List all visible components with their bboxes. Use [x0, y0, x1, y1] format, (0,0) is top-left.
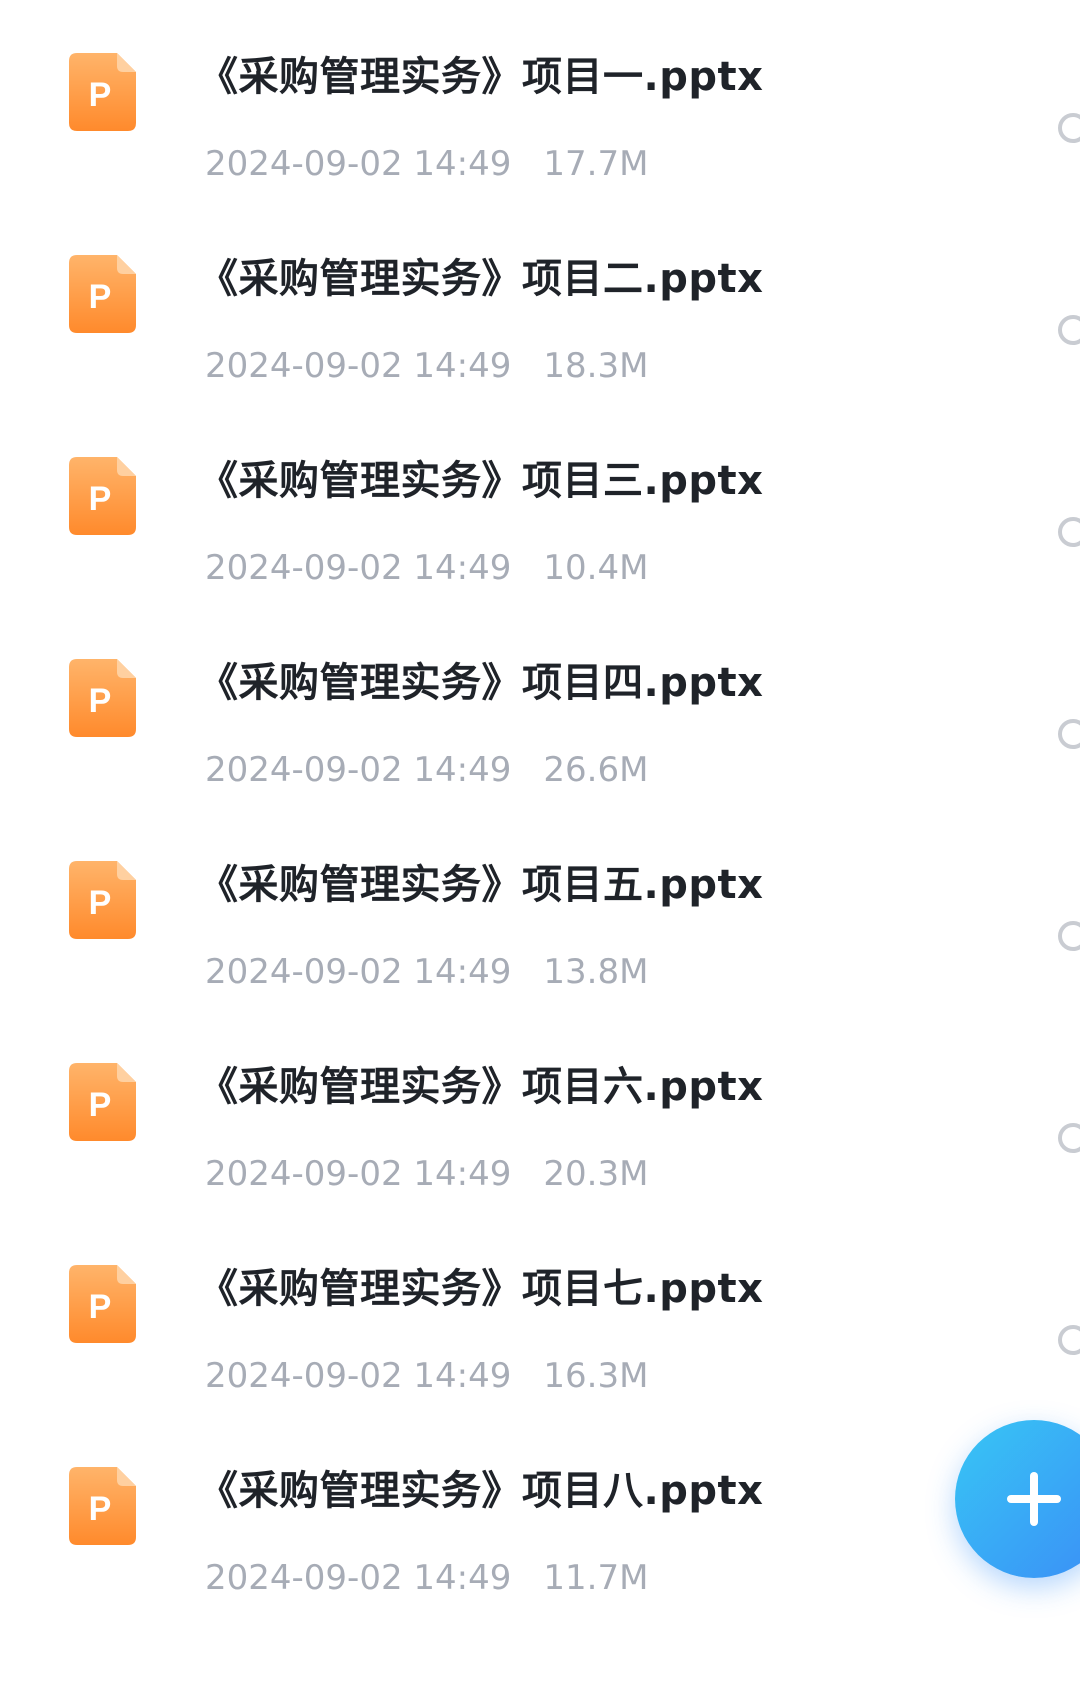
plus-icon	[1007, 1472, 1061, 1526]
file-date: 2024-09-02 14:49	[205, 1558, 512, 1598]
file-list-item[interactable]: P 《采购管理实务》项目二.pptx 2024-09-02 14:49 18.3M	[0, 202, 1080, 404]
file-meta: 2024-09-02 14:49 18.3M	[205, 346, 648, 386]
svg-text:P: P	[89, 278, 112, 316]
select-radio[interactable]	[1058, 1123, 1080, 1153]
select-radio[interactable]	[1058, 113, 1080, 143]
file-name: 《采购管理实务》项目二.pptx	[198, 256, 764, 302]
select-radio[interactable]	[1058, 315, 1080, 345]
pptx-file-icon: P	[69, 1467, 136, 1545]
file-date: 2024-09-02 14:49	[205, 1356, 512, 1396]
select-radio[interactable]	[1058, 921, 1080, 951]
file-meta: 2024-09-02 14:49 16.3M	[205, 1356, 648, 1396]
file-list-item[interactable]: P 《采购管理实务》项目五.pptx 2024-09-02 14:49 13.8M	[0, 808, 1080, 1010]
file-meta: 2024-09-02 14:49 13.8M	[205, 952, 648, 992]
file-date: 2024-09-02 14:49	[205, 952, 512, 992]
file-size: 16.3M	[543, 1356, 649, 1396]
file-date: 2024-09-02 14:49	[205, 1154, 512, 1194]
pptx-file-icon: P	[69, 53, 136, 131]
file-meta: 2024-09-02 14:49 20.3M	[205, 1154, 648, 1194]
file-name: 《采购管理实务》项目四.pptx	[198, 660, 764, 706]
file-name: 《采购管理实务》项目八.pptx	[198, 1468, 764, 1514]
select-radio[interactable]	[1058, 1325, 1080, 1355]
select-radio[interactable]	[1058, 719, 1080, 749]
pptx-file-icon: P	[69, 1063, 136, 1141]
svg-text:P: P	[89, 1490, 112, 1528]
svg-text:P: P	[89, 1288, 112, 1326]
pptx-file-icon: P	[69, 457, 136, 535]
file-size: 10.4M	[543, 548, 649, 588]
svg-text:P: P	[89, 682, 112, 720]
file-meta: 2024-09-02 14:49 10.4M	[205, 548, 648, 588]
file-name: 《采购管理实务》项目六.pptx	[198, 1064, 764, 1110]
file-meta: 2024-09-02 14:49 11.7M	[205, 1558, 648, 1598]
file-name: 《采购管理实务》项目七.pptx	[198, 1266, 764, 1312]
file-date: 2024-09-02 14:49	[205, 548, 512, 588]
svg-text:P: P	[89, 76, 112, 114]
file-date: 2024-09-02 14:49	[205, 144, 512, 184]
pptx-file-icon: P	[69, 1265, 136, 1343]
file-size: 13.8M	[543, 952, 649, 992]
file-date: 2024-09-02 14:49	[205, 750, 512, 790]
file-size: 26.6M	[543, 750, 649, 790]
file-list-item[interactable]: P 《采购管理实务》项目七.pptx 2024-09-02 14:49 16.3M	[0, 1212, 1080, 1414]
file-size: 20.3M	[543, 1154, 649, 1194]
file-size: 17.7M	[543, 144, 649, 184]
svg-text:P: P	[89, 884, 112, 922]
file-meta: 2024-09-02 14:49 26.6M	[205, 750, 648, 790]
file-list-item[interactable]: P 《采购管理实务》项目八.pptx 2024-09-02 14:49 11.7M	[0, 1414, 1080, 1616]
select-radio[interactable]	[1058, 517, 1080, 547]
pptx-file-icon: P	[69, 255, 136, 333]
svg-text:P: P	[89, 480, 112, 518]
file-list-item[interactable]: P 《采购管理实务》项目六.pptx 2024-09-02 14:49 20.3M	[0, 1010, 1080, 1212]
file-list-item[interactable]: P 《采购管理实务》项目一.pptx 2024-09-02 14:49 17.7M	[0, 0, 1080, 202]
file-name: 《采购管理实务》项目五.pptx	[198, 862, 764, 908]
file-size: 18.3M	[543, 346, 649, 386]
file-size: 11.7M	[543, 1558, 649, 1598]
file-meta: 2024-09-02 14:49 17.7M	[205, 144, 648, 184]
file-date: 2024-09-02 14:49	[205, 346, 512, 386]
svg-text:P: P	[89, 1086, 112, 1124]
file-name: 《采购管理实务》项目三.pptx	[198, 458, 764, 504]
file-name: 《采购管理实务》项目一.pptx	[198, 54, 764, 100]
pptx-file-icon: P	[69, 861, 136, 939]
file-list-item[interactable]: P 《采购管理实务》项目四.pptx 2024-09-02 14:49 26.6M	[0, 606, 1080, 808]
pptx-file-icon: P	[69, 659, 136, 737]
file-list-item[interactable]: P 《采购管理实务》项目三.pptx 2024-09-02 14:49 10.4M	[0, 404, 1080, 606]
file-list-screen: P 《采购管理实务》项目一.pptx 2024-09-02 14:49 17.7M…	[0, 0, 1080, 1681]
